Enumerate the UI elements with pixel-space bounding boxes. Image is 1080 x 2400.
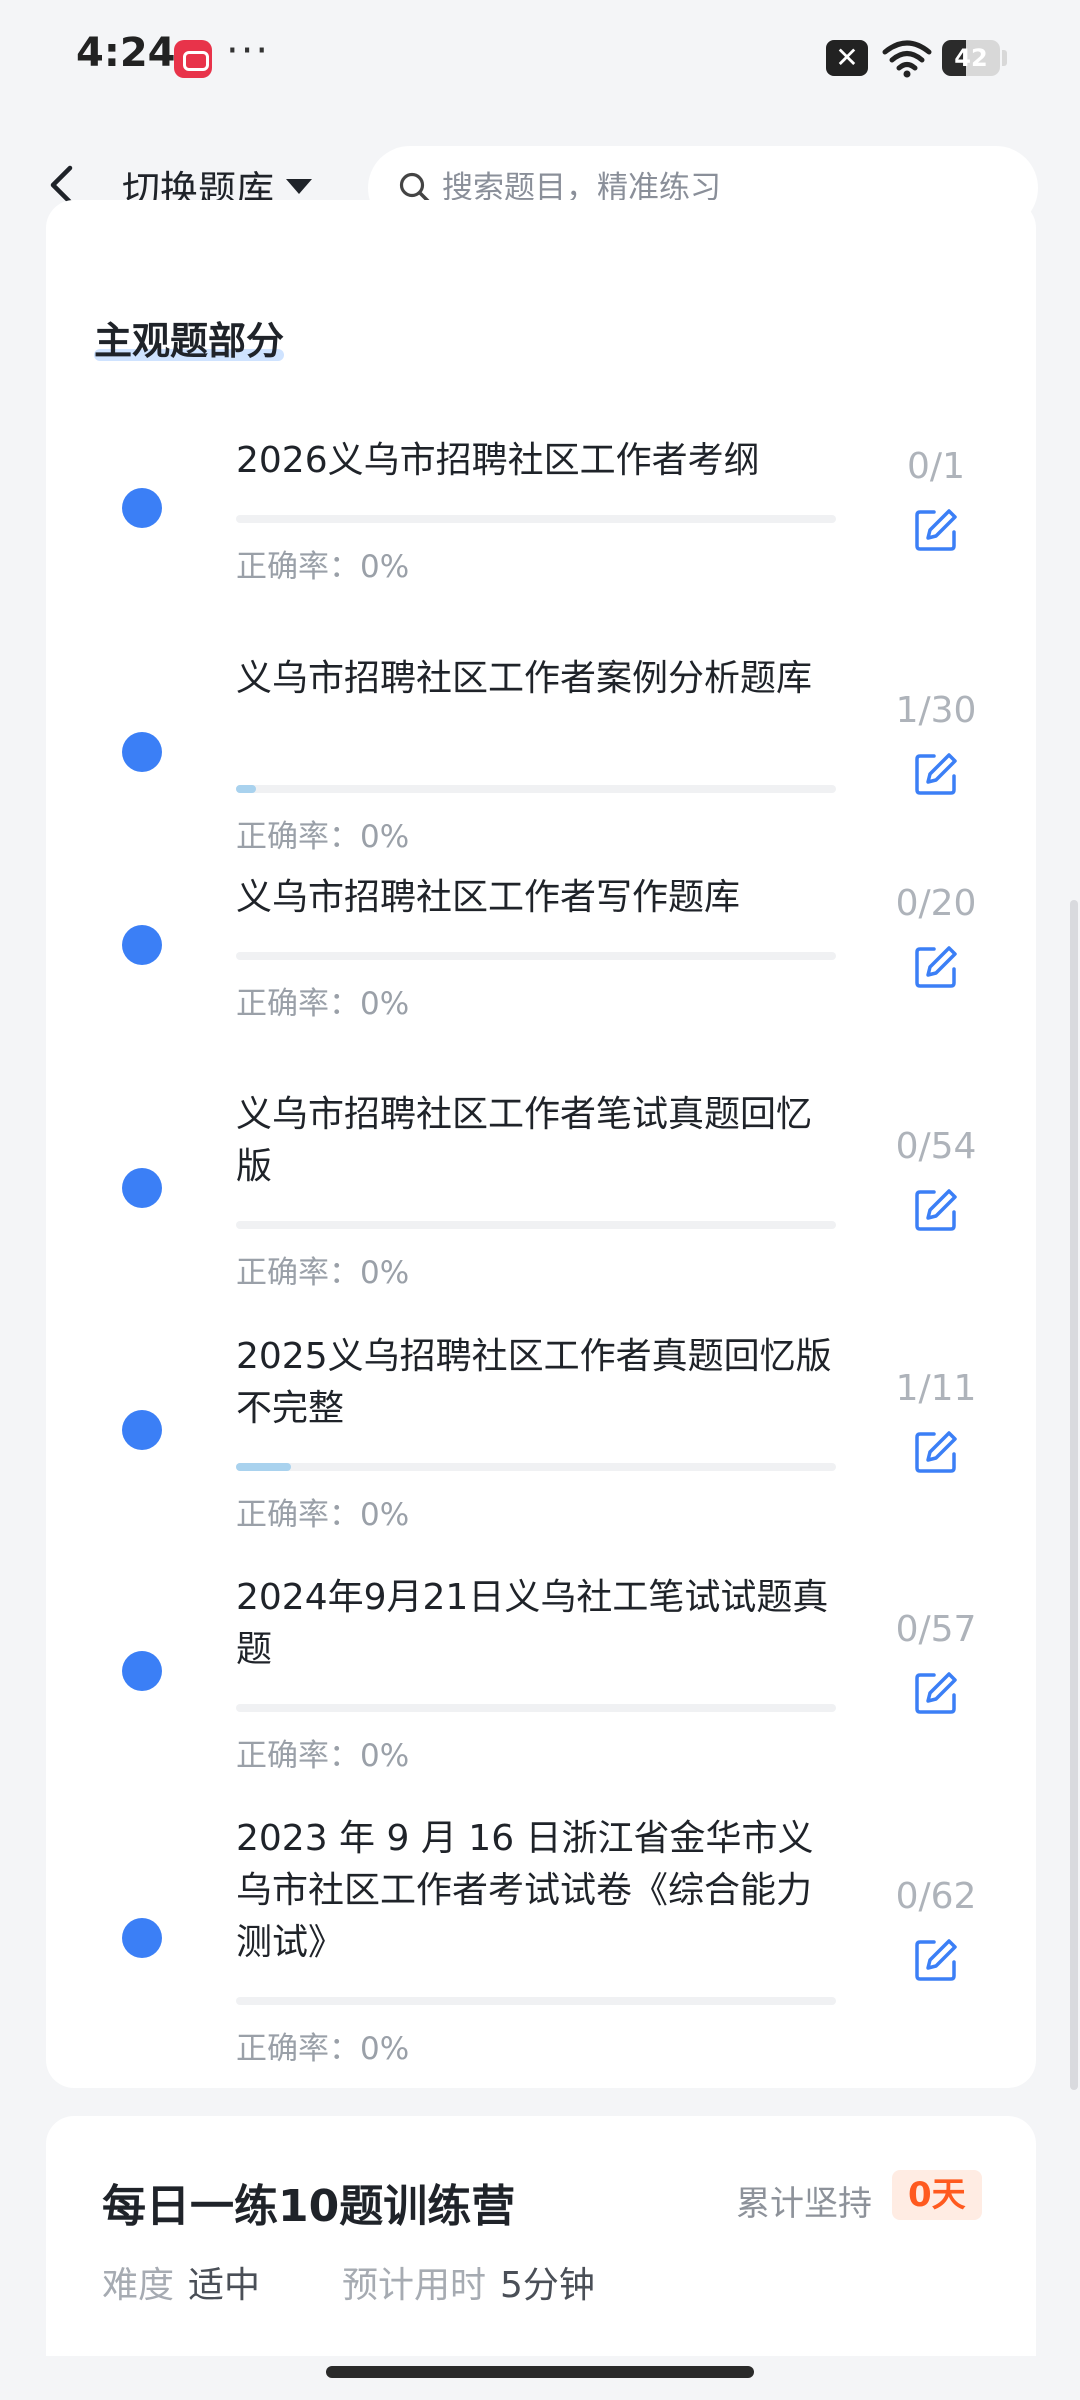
estimated-time-value: 5分钟 — [500, 2265, 595, 2306]
progress-track — [236, 785, 836, 793]
edit-practice-icon[interactable] — [912, 750, 960, 798]
progress-track — [236, 515, 836, 523]
status-dot — [122, 1651, 162, 1691]
accuracy-rate: 正确率：0% — [236, 1497, 410, 1533]
edit-practice-icon[interactable] — [912, 1936, 960, 1984]
item-title: 2023 年 9 月 16 日浙江省金华市义乌市社区工作者考试试卷《综合能力测试… — [236, 1818, 814, 1963]
progress-fill — [236, 785, 256, 793]
edit-practice-icon[interactable] — [912, 506, 960, 554]
progress-track — [236, 1463, 836, 1471]
difficulty-label: 难度 — [102, 2265, 175, 2306]
daily-practice-card[interactable]: 每日一练10题训练营 累计坚持 0天 难度 适中 预计用时 5分钟 — [46, 2116, 1036, 2356]
item-title: 2026义乌市招聘社区工作者考纲 — [236, 440, 760, 481]
battery-icon: 42 — [942, 40, 1000, 76]
status-dot — [122, 488, 162, 528]
close-square-icon: ✕ — [826, 40, 868, 76]
battery-percent: 42 — [954, 44, 988, 72]
item-title: 2024年9月21日义乌社工笔试试题真题 — [236, 1577, 829, 1670]
wifi-icon — [882, 40, 932, 78]
progress-track — [236, 952, 836, 960]
progress-count: 0/62 — [895, 1876, 977, 1917]
progress-count: 0/1 — [907, 446, 965, 487]
more-notifications-icon: ··· — [226, 28, 271, 74]
edit-practice-icon[interactable] — [912, 1428, 960, 1476]
progress-count: 0/54 — [895, 1126, 977, 1167]
streak-label: 累计坚持 — [736, 2184, 872, 2224]
home-indicator[interactable] — [326, 2366, 754, 2378]
subjective-section-card: 主观题部分 2026义乌市招聘社区工作者考纲 正确率：0% 0/1 义乌市招聘社… — [46, 200, 1036, 2088]
estimated-time-label: 预计用时 — [342, 2265, 487, 2306]
item-title: 义乌市招聘社区工作者笔试真题回忆版 — [236, 1094, 813, 1187]
status-bar: 4:24 ··· ✕ 42 — [0, 0, 1080, 120]
edit-practice-icon[interactable] — [912, 1186, 960, 1234]
progress-fill — [236, 1463, 291, 1471]
item-title: 义乌市招聘社区工作者案例分析题库 — [236, 658, 813, 699]
accuracy-rate: 正确率：0% — [236, 549, 410, 585]
edit-practice-icon[interactable] — [912, 943, 960, 991]
section-title-wrap: 主观题部分 — [94, 310, 285, 365]
progress-count: 1/11 — [895, 1368, 977, 1409]
progress-track — [236, 1997, 836, 2005]
accuracy-rate: 正确率：0% — [236, 1738, 410, 1774]
accuracy-rate: 正确率：0% — [236, 986, 410, 1022]
difficulty-value: 适中 — [188, 2265, 261, 2306]
caret-down-icon — [286, 178, 313, 194]
status-dot — [122, 1168, 162, 1208]
page-scrollbar[interactable] — [1070, 900, 1078, 2090]
item-title: 义乌市招聘社区工作者写作题库 — [236, 877, 741, 918]
streak-badge: 0天 — [892, 2170, 982, 2220]
progress-track — [236, 1221, 836, 1229]
section-title: 主观题部分 — [94, 319, 285, 363]
difficulty-info: 难度 适中 — [102, 2256, 260, 2308]
progress-count: 0/57 — [895, 1609, 977, 1650]
status-dot — [122, 1918, 162, 1958]
camp-title: 每日一练10题训练营 — [102, 2181, 516, 2232]
accuracy-rate: 正确率：0% — [236, 2031, 410, 2067]
battery-tip — [1002, 50, 1007, 66]
estimated-time-info: 预计用时 5分钟 — [342, 2256, 595, 2308]
status-dot — [122, 1410, 162, 1450]
progress-count: 0/20 — [895, 883, 977, 924]
accuracy-rate: 正确率：0% — [236, 819, 410, 855]
status-time: 4:24 — [76, 30, 176, 76]
progress-track — [236, 1704, 836, 1712]
progress-count: 1/30 — [895, 690, 977, 731]
accuracy-rate: 正确率：0% — [236, 1255, 410, 1291]
status-dot — [122, 732, 162, 772]
app-notification-icon — [174, 40, 212, 78]
item-title: 2025义乌招聘社区工作者真题回忆版不完整 — [236, 1336, 832, 1429]
edit-practice-icon[interactable] — [912, 1669, 960, 1717]
status-dot — [122, 925, 162, 965]
